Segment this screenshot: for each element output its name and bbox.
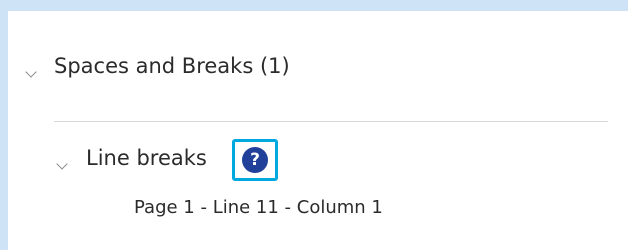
chevron-down-icon[interactable] <box>56 153 68 172</box>
group-header-line-breaks[interactable]: Line breaks ? <box>8 139 628 181</box>
section-title: Spaces and Breaks (1) <box>54 54 290 78</box>
help-icon: ? <box>242 147 268 173</box>
group-title: Line breaks <box>86 146 207 170</box>
chevron-down-icon[interactable] <box>25 61 37 80</box>
list-item[interactable]: Page 1 - Line 11 - Column 1 <box>134 197 383 218</box>
results-panel: Spaces and Breaks (1) Line breaks ? Page… <box>8 11 628 250</box>
help-button[interactable]: ? <box>232 139 278 181</box>
section-header-spaces-and-breaks[interactable]: Spaces and Breaks (1) <box>8 49 628 85</box>
divider <box>54 121 608 122</box>
